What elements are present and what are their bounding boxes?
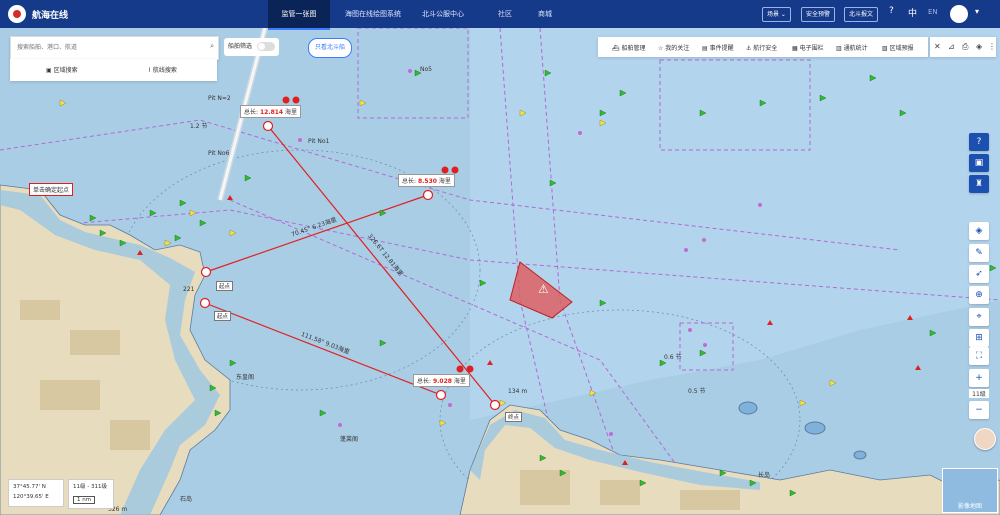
area-label: No5 [420,66,432,73]
tab-mall[interactable]: 商城 [530,0,560,28]
tab-monitor-map[interactable]: 监管一张图 [268,0,330,30]
coordinate-readout: 37°45.77' N 120°39.65' E [8,479,64,507]
beidou-only-button[interactable]: 只看北斗船 [308,38,353,58]
ruler-side-icon[interactable]: ✎ [969,244,989,262]
safety-alert-button[interactable]: 安全预警 [801,7,836,22]
depth-label: 0.6 节 [664,354,682,361]
toolbar-traffic-stats[interactable]: ▥ 通航统计 [836,43,868,52]
help-side-icon[interactable]: ? [969,133,989,151]
scale-bar: 1 nm [73,496,96,504]
toolbar-electronic-fence[interactable]: ▦ 电子围栏 [792,43,824,52]
depth-label: 221 [183,286,195,293]
track-side-icon[interactable]: ⊞ [969,329,989,347]
place-label: 蓬莱阁 [340,436,359,443]
search-shortcuts: ▣ 区域搜索 ⌇ 航线搜索 [10,59,217,81]
search-icon[interactable]: ⌕ [210,42,214,51]
tab-community[interactable]: 社区 [490,0,520,28]
ship-filter-toggle[interactable] [256,42,275,51]
more-icon[interactable]: ⋮ [988,42,996,51]
search-input[interactable] [15,37,199,59]
print-icon[interactable]: ⎙ [962,42,968,52]
route-search-button[interactable]: ⌇ 航线搜索 [148,65,177,74]
longitude: 120°39.65' E [13,494,49,500]
logo-icon [8,5,26,23]
toolbar-area-forecast[interactable]: ▧ 区域预报 [882,43,914,52]
search-box: ⌕ [10,36,219,60]
scale-indicator: 11级 - 311级 1 nm [68,479,114,509]
ship-filter[interactable]: 船舶筛选 [224,38,279,56]
close-icon[interactable]: ✕ [934,42,941,51]
minimap-label: 影像地图 [957,503,982,510]
place-label: 石岛 [180,496,193,503]
lighthouse-side-icon[interactable]: ♜ [969,175,989,193]
measure-icon[interactable]: ⊿ [948,42,955,51]
point-label: 起点 [214,311,232,321]
map-toolbar: ⛴ 船舶管理 ☆ 我的关注 ▤ 事件提醒 ⚓ 航行安全 ▦ 电子围栏 ▥ 通航统… [598,37,928,57]
ship-filter-label: 船舶筛选 [228,43,253,50]
place-label: 长岛 [758,472,771,479]
minimap[interactable]: 影像地图 [942,468,998,513]
measure-label-3: 总长: 9.028 海里 [413,374,470,387]
help-icon[interactable]: ? [889,6,894,16]
scene-dropdown[interactable]: 场景 ⌄ [762,7,791,22]
measure-label-1: 总长: 12.814 海里 [240,105,302,118]
navigate-side-icon[interactable]: ➶ [969,265,989,283]
start-point-hint: 单击确定起点 [29,183,74,196]
depth-label: 134 m [508,388,528,395]
top-navbar: 航海在线 监管一张图 海图在线绘图系统 北斗公服中心 社区 商城 场景 ⌄ 安全… [0,0,1000,30]
brand-title: 航海在线 [32,11,69,21]
latitude: 37°45.77' N [13,484,46,490]
area-label: Pit N=2 [208,95,231,102]
measure-label-2: 总长: 8.530 海里 [398,174,455,187]
compass-side-icon[interactable]: ⊕ [969,286,989,304]
tab-chart-system[interactable]: 海图在线绘图系统 [336,0,410,28]
toolbar-event-reminder[interactable]: ▤ 事件提醒 [702,43,734,52]
fullscreen-icon[interactable]: ⛶ [969,347,989,365]
depth-label: 1.2 节 [190,123,208,130]
dropdown-icon[interactable]: ▾ [975,7,979,16]
locate-side-icon[interactable]: ⌖ [969,308,989,326]
zoom-level: 11级 [969,389,989,398]
beidou-message-button[interactable]: 北斗报文 [844,7,879,22]
place-label: 东皇阁 [236,374,255,381]
area-label: Pit No6 [208,150,230,157]
toolbar-ship-management[interactable]: ⛴ 船舶管理 [612,43,646,52]
tab-beidou-center[interactable]: 北斗公服中心 [412,0,474,28]
ship-avatar-icon[interactable] [950,5,968,23]
point-label: 终点 [505,412,523,422]
avatar[interactable] [974,428,996,450]
message-side-icon[interactable]: ▣ [969,154,989,172]
depth-label: 0.5 节 [688,388,706,395]
point-label: 起点 [216,281,234,291]
zoom-in-button[interactable]: + [969,369,989,387]
lang-zh[interactable]: 中 [908,6,917,19]
toolbar-navigation-safety[interactable]: ⚓ 航行安全 [746,43,777,52]
layers-side-icon[interactable]: ◈ [969,222,989,240]
zoom-out-button[interactable]: − [969,401,989,419]
layers-icon[interactable]: ◈ [976,42,982,51]
scale-level: 11级 - 311级 [73,484,107,490]
map-tools-right: ✕ ⊿ ⎙ ◈ ⋮ [930,37,996,57]
lang-en[interactable]: EN [928,8,938,16]
area-label: Pit No1 [308,138,330,145]
area-search-button[interactable]: ▣ 区域搜索 [46,65,78,74]
toolbar-my-follow[interactable]: ☆ 我的关注 [658,43,689,52]
